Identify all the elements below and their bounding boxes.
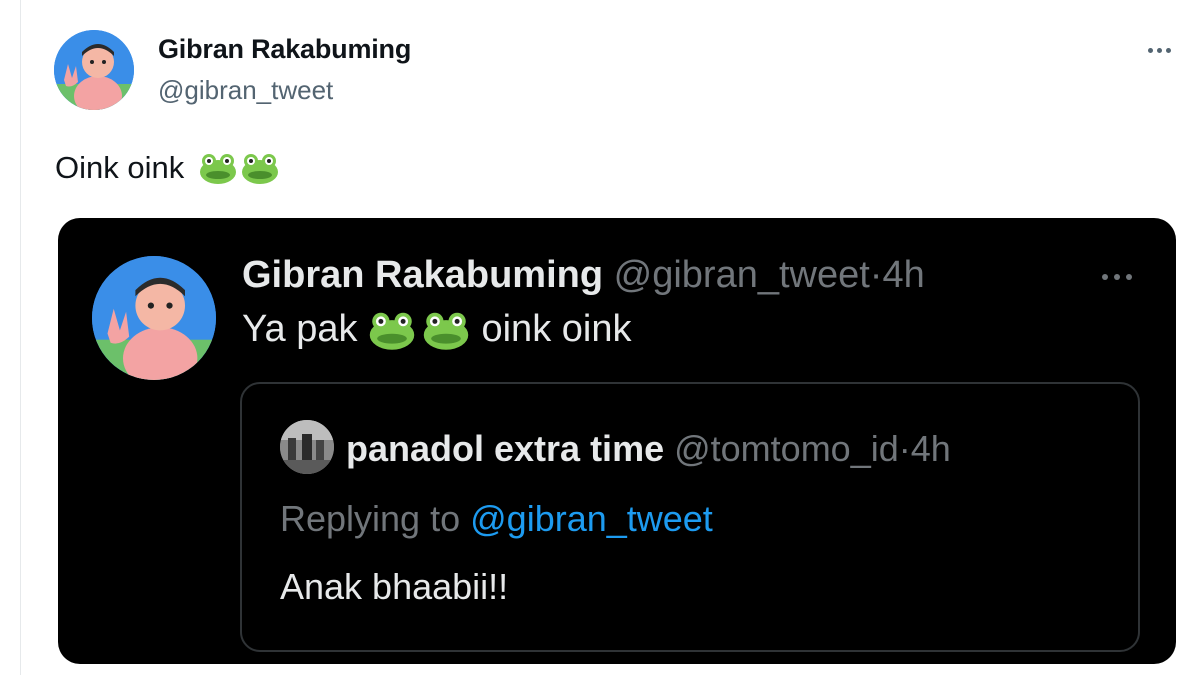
avatar-image (92, 256, 216, 380)
reply-text: Anak bhaabii!! (280, 566, 509, 607)
quoted-tweet-body: Ya pak oink oink (242, 308, 631, 351)
frog-icon (370, 312, 415, 350)
quoted-author-handle[interactable]: @gibran_tweet (614, 254, 870, 296)
more-options-button[interactable] (1142, 36, 1178, 66)
author-handle[interactable]: @gibran_tweet (158, 75, 333, 106)
more-icon-dot (1157, 48, 1162, 53)
reply-timestamp[interactable]: 4h (911, 428, 951, 469)
tweet-text: Oink oink (55, 150, 185, 185)
more-icon-dot (1166, 48, 1171, 53)
quoted-text-before: Ya pak (242, 308, 358, 350)
frog-icon (242, 154, 279, 184)
more-icon-dot (1126, 274, 1132, 280)
quoted-timestamp[interactable]: 4h (882, 254, 924, 296)
author-name[interactable]: Gibran Rakabuming (158, 34, 411, 65)
emoji-group (367, 309, 471, 351)
quoted-author-avatar[interactable] (92, 256, 216, 380)
more-icon-dot (1114, 274, 1120, 280)
frog-icon (200, 154, 237, 184)
separator: · (869, 254, 883, 296)
quoted-tweet-header: Gibran Rakabuming @gibran_tweet·4h (242, 254, 925, 297)
quoted-author-name[interactable]: Gibran Rakabuming (242, 254, 603, 296)
more-icon (1102, 274, 1108, 280)
avatar-image (280, 420, 334, 474)
quoted-text-after: oink oink (481, 308, 632, 350)
emoji-group (198, 151, 280, 185)
replying-to-label: Replying to (280, 498, 461, 539)
quoted-tweet-card[interactable]: Gibran Rakabuming @gibran_tweet·4h Ya pa… (58, 218, 1176, 664)
reply-author-name[interactable]: panadol extra time (346, 428, 664, 469)
timeline-divider (20, 0, 21, 675)
reply-to-card[interactable]: panadol extra time @tomtomo_id·4h Replyi… (240, 382, 1140, 652)
author-avatar[interactable] (54, 30, 134, 110)
quoted-more-options-button[interactable] (1094, 262, 1140, 292)
replying-to-mention[interactable]: @gibran_tweet (470, 498, 713, 539)
separator: · (898, 428, 911, 469)
avatar-image (54, 30, 134, 110)
more-icon (1148, 48, 1153, 53)
frog-icon (424, 312, 469, 350)
replying-to-line: Replying to @gibran_tweet (280, 498, 713, 540)
reply-author-handle[interactable]: @tomtomo_id (674, 428, 899, 469)
reply-author-avatar[interactable] (280, 420, 334, 474)
reply-tweet-header: panadol extra time @tomtomo_id·4h (346, 428, 951, 470)
tweet-body: Oink oink (55, 150, 280, 186)
